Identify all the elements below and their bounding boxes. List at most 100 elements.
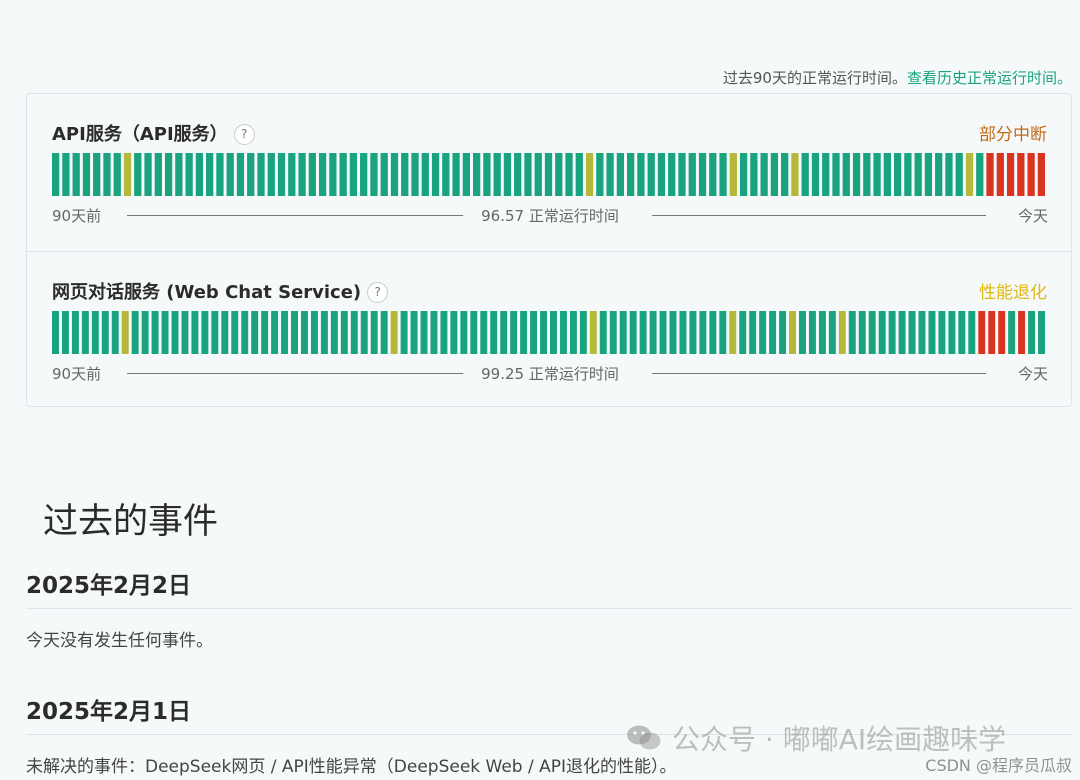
uptime-day-bar[interactable] [637, 153, 645, 196]
uptime-day-bar[interactable] [688, 153, 696, 196]
uptime-day-bar[interactable] [749, 311, 757, 354]
uptime-day-bar[interactable] [113, 153, 121, 196]
uptime-day-bar[interactable] [606, 153, 614, 196]
uptime-day-bar[interactable] [52, 311, 59, 354]
uptime-day-bar[interactable] [52, 153, 60, 196]
uptime-day-bar[interactable] [709, 153, 717, 196]
uptime-day-bar[interactable] [360, 311, 368, 354]
uptime-day-bar[interactable] [231, 311, 239, 354]
uptime-day-bar[interactable] [791, 153, 799, 196]
uptime-day-bar[interactable] [822, 153, 830, 196]
uptime-day-bar[interactable] [431, 153, 440, 196]
uptime-day-bar[interactable] [277, 153, 286, 196]
uptime-day-bar[interactable] [93, 153, 101, 196]
uptime-day-bar[interactable] [195, 153, 204, 196]
uptime-day-bar[interactable] [101, 311, 109, 354]
uptime-day-bar[interactable] [619, 311, 627, 354]
uptime-day-bar[interactable] [924, 153, 933, 196]
uptime-day-bar[interactable] [908, 311, 916, 354]
uptime-day-bar[interactable] [789, 311, 796, 354]
uptime-day-bar[interactable] [550, 311, 557, 354]
uptime-day-bar[interactable] [500, 311, 508, 354]
uptime-day-bar[interactable] [257, 153, 265, 196]
uptime-day-bar[interactable] [236, 153, 245, 196]
uptime-day-bar[interactable] [719, 311, 727, 354]
uptime-day-bar[interactable] [81, 311, 89, 354]
uptime-day-bar[interactable] [1017, 153, 1025, 196]
uptime-day-bar[interactable] [801, 153, 809, 196]
uptime-day-bar[interactable] [460, 311, 468, 354]
uptime-day-bar[interactable] [191, 311, 199, 354]
question-mark-icon[interactable]: ? [233, 124, 255, 145]
uptime-day-bar[interactable] [390, 153, 399, 196]
uptime-day-bar[interactable] [301, 311, 308, 354]
uptime-day-bar[interactable] [472, 153, 481, 196]
uptime-day-bar[interactable] [503, 153, 512, 196]
uptime-day-bar[interactable] [134, 153, 142, 196]
uptime-day-bar[interactable] [221, 311, 229, 354]
uptime-day-bar[interactable] [689, 311, 697, 354]
uptime-day-bar[interactable] [965, 153, 974, 196]
uptime-day-bar[interactable] [893, 153, 902, 196]
uptime-day-bar[interactable] [629, 311, 637, 354]
uptime-day-bar[interactable] [842, 153, 850, 196]
uptime-day-bar[interactable] [291, 311, 298, 354]
uptime-day-bar[interactable] [858, 311, 866, 354]
uptime-day-bar[interactable] [420, 311, 428, 354]
uptime-day-bar[interactable] [164, 153, 173, 196]
uptime-day-bar[interactable] [271, 311, 279, 354]
uptime-day-bar[interactable] [380, 153, 388, 196]
uptime-day-bar[interactable] [729, 311, 737, 354]
uptime-day-bar[interactable] [339, 153, 347, 196]
uptime-day-bar[interactable] [679, 311, 687, 354]
uptime-day-bar[interactable] [411, 153, 419, 196]
uptime-day-bar[interactable] [955, 153, 963, 196]
uptime-day-bar[interactable] [400, 311, 408, 354]
uptime-day-bar[interactable] [310, 311, 318, 354]
uptime-day-bar[interactable] [123, 153, 132, 196]
uptime-day-bar[interactable] [71, 311, 79, 354]
uptime-day-bar[interactable] [996, 153, 1004, 196]
uptime-day-bar[interactable] [852, 153, 861, 196]
uptime-day-bar[interactable] [811, 153, 820, 196]
uptime-day-bar[interactable] [609, 311, 617, 354]
uptime-day-bar[interactable] [421, 153, 429, 196]
uptime-day-bar[interactable] [340, 311, 348, 354]
uptime-day-bar[interactable] [988, 311, 996, 354]
uptime-day-bar[interactable] [649, 311, 657, 354]
uptime-day-bar[interactable] [298, 153, 306, 196]
uptime-day-bar[interactable] [131, 311, 139, 354]
uptime-day-bar[interactable] [241, 311, 249, 354]
uptime-day-bar[interactable] [928, 311, 936, 354]
uptime-day-bar[interactable] [308, 153, 316, 196]
uptime-day-bar[interactable] [514, 153, 522, 196]
uptime-day-bar[interactable] [103, 153, 111, 196]
uptime-day-bar[interactable] [540, 311, 547, 354]
uptime-day-bar[interactable] [161, 311, 169, 354]
uptime-day-bar[interactable] [91, 311, 99, 354]
uptime-day-bar[interactable] [585, 153, 594, 196]
uptime-day-bar[interactable] [808, 311, 816, 354]
uptime-day-bar[interactable] [1006, 153, 1015, 196]
uptime-day-bar[interactable] [760, 153, 768, 196]
uptime-day-bar[interactable] [320, 311, 328, 354]
uptime-day-bar[interactable] [318, 153, 327, 196]
uptime-day-bar[interactable] [470, 311, 478, 354]
uptime-day-bar[interactable] [1008, 311, 1016, 354]
uptime-day-bar[interactable] [201, 311, 209, 354]
uptime-day-bar[interactable] [452, 153, 460, 196]
uptime-day-bar[interactable] [639, 311, 647, 354]
uptime-day-bar[interactable] [380, 311, 388, 354]
uptime-day-bar[interactable] [267, 153, 275, 196]
uptime-day-bar[interactable] [698, 153, 707, 196]
uptime-day-bar[interactable] [863, 153, 871, 196]
uptime-day-bar[interactable] [121, 311, 129, 354]
uptime-day-bar[interactable] [462, 153, 470, 196]
uptime-day-bar[interactable] [171, 311, 179, 354]
uptime-day-bar[interactable] [873, 153, 881, 196]
uptime-day-bar[interactable] [144, 153, 152, 196]
uptime-day-bar[interactable] [185, 153, 193, 196]
uptime-day-bar[interactable] [828, 311, 836, 354]
uptime-day-bar[interactable] [226, 153, 234, 196]
uptime-day-bar[interactable] [818, 311, 826, 354]
